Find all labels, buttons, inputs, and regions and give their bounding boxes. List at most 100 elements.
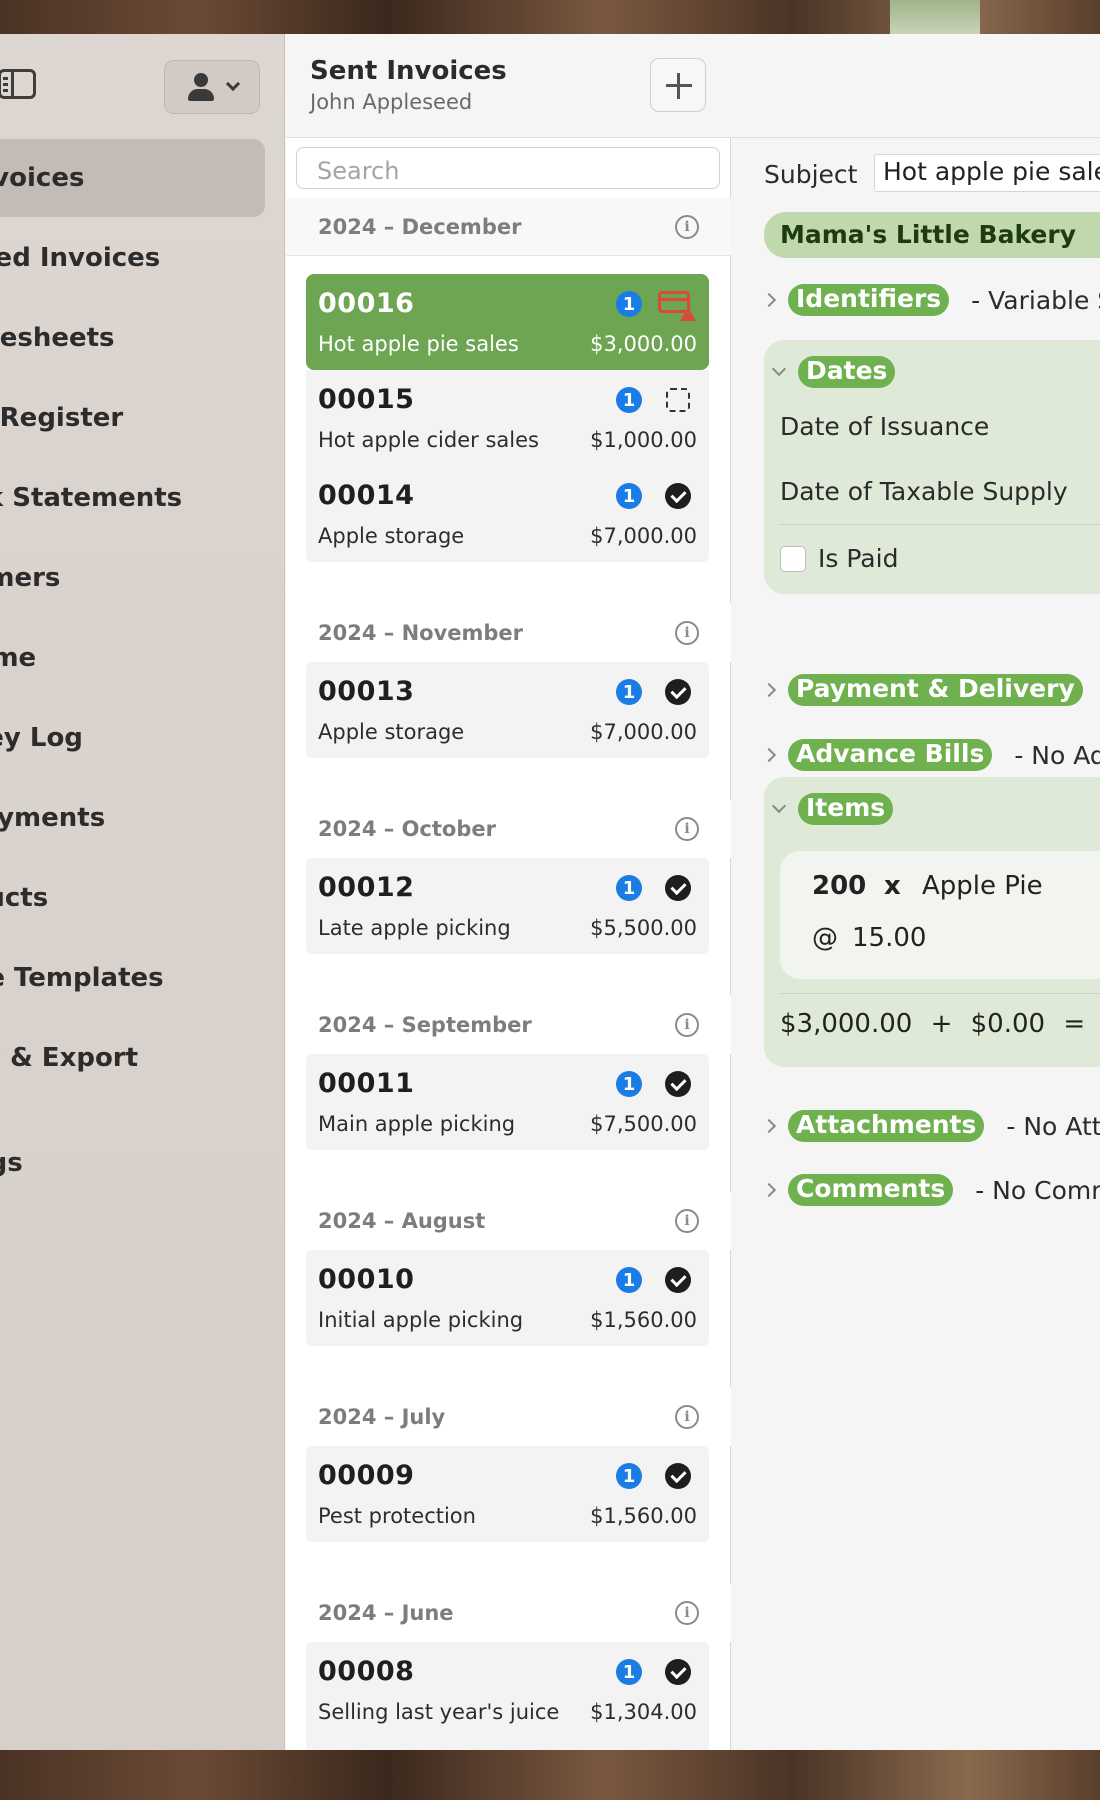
sidebar-item-label: Cash Register: [0, 403, 124, 433]
app-window: Invoices Received Invoices Timesheets Ca…: [0, 34, 1100, 1750]
info-icon[interactable]: i: [675, 817, 699, 841]
invoice-detail-pane: Subject Hot apple pie sales Mama's Littl…: [732, 34, 1100, 1750]
sidebar-item-cash-register[interactable]: Cash Register: [0, 378, 285, 458]
sidebar-item-label: Preview & Export: [0, 1043, 139, 1073]
info-icon[interactable]: i: [675, 1405, 699, 1429]
month-label: 2024 – July: [318, 1405, 446, 1429]
is-paid-checkbox[interactable]: [780, 546, 806, 572]
section-summary: - No Comm: [975, 1175, 1100, 1205]
invoice-amount: $1,560.00: [590, 1504, 697, 1528]
count-badge: 1: [616, 1267, 642, 1293]
month-label: 2024 – June: [318, 1601, 454, 1625]
invoice-card[interactable]: 00011 1 Main apple picking $7,500.00: [306, 1054, 709, 1150]
sidebar-item-bank-statements[interactable]: Bank Statements: [0, 458, 285, 538]
info-icon[interactable]: i: [675, 621, 699, 645]
invoice-number: 00015: [318, 384, 415, 415]
month-header: 2024 – July i: [286, 1388, 731, 1446]
line-item[interactable]: 200 x Apple Pie @ 15.00: [780, 851, 1100, 979]
count-badge: 1: [616, 1659, 642, 1685]
invoice-card[interactable]: 00015 1 Hot apple cider sales $1,000.00: [306, 370, 709, 466]
sidebar-item-invoices[interactable]: Invoices: [0, 138, 285, 218]
section-advance-bills[interactable]: Advance Bills - No Adv: [761, 735, 1100, 775]
sidebar-item-label: Payments: [0, 803, 106, 833]
info-icon[interactable]: i: [675, 215, 699, 239]
sidebar-item-money-log[interactable]: Money Log: [0, 698, 285, 778]
section-summary: - No Adv: [1014, 740, 1100, 770]
count-badge: 1: [616, 291, 642, 317]
checkmark-circle-icon: [665, 1659, 691, 1685]
section-label: Advance Bills: [788, 739, 993, 771]
invoice-card[interactable]: 00014 1 Apple storage $7,000.00: [306, 466, 709, 562]
sidebar-item-settings[interactable]: Settings: [0, 1123, 285, 1203]
account-menu-button[interactable]: [164, 60, 260, 114]
taxable-supply-date-label: Date of Taxable Supply: [780, 477, 1068, 506]
section-dates[interactable]: Dates: [771, 352, 896, 392]
chevron-right-icon: [761, 1182, 777, 1198]
invoice-card[interactable]: 00007 1: [306, 1738, 709, 1750]
sidebar: Invoices Received Invoices Timesheets Ca…: [0, 34, 285, 1750]
sidebar-item-timesheets[interactable]: Timesheets: [0, 298, 285, 378]
divider: [780, 524, 1100, 525]
invoice-description: Selling last year's juice: [318, 1700, 560, 1724]
invoice-list[interactable]: 2024 – December i 00016 1 Hot apple pie …: [286, 198, 731, 1750]
info-icon[interactable]: i: [675, 1601, 699, 1625]
issuance-date-label: Date of Issuance: [780, 412, 990, 441]
invoice-description: Late apple picking: [318, 916, 511, 940]
sidebar-item-products[interactable]: Products: [0, 858, 285, 938]
items-totals: $3,000.00 + $0.00 =: [780, 1009, 1086, 1039]
invoice-card[interactable]: 00013 1 Apple storage $7,000.00: [306, 662, 709, 758]
info-icon[interactable]: i: [675, 1209, 699, 1233]
invoice-number: 00009: [318, 1460, 415, 1491]
section-comments[interactable]: Comments - No Comm: [761, 1170, 1100, 1210]
section-payment-delivery[interactable]: Payment & Delivery -: [761, 670, 1100, 710]
invoice-card[interactable]: 00009 1 Pest protection $1,560.00: [306, 1446, 709, 1542]
subject-label: Subject: [764, 160, 858, 189]
month-header: 2024 – November i: [286, 604, 731, 662]
invoice-card[interactable]: 00012 1 Late apple picking $5,500.00: [306, 858, 709, 954]
list-title: Sent Invoices: [310, 56, 507, 86]
section-identifiers[interactable]: Identifiers - Variable S: [761, 280, 1100, 320]
invoice-description: Apple storage: [318, 720, 465, 744]
sidebar-item-label: Income: [0, 643, 37, 673]
chevron-down-icon: [771, 361, 787, 377]
section-items[interactable]: Items: [771, 789, 894, 829]
client-name[interactable]: Mama's Little Bakery: [764, 212, 1100, 258]
divider: [780, 993, 1100, 994]
detail-toolbar: [732, 34, 1100, 138]
checkmark-circle-icon: [665, 679, 691, 705]
invoice-amount: $1,304.00: [590, 1700, 697, 1724]
sidebar-item-customers[interactable]: Customers: [0, 538, 285, 618]
count-badge: 1: [616, 1071, 642, 1097]
search-input[interactable]: [296, 147, 720, 189]
item-price: 15.00: [852, 923, 927, 953]
month-label: 2024 – October: [318, 817, 496, 841]
sidebar-item-invoice-templates[interactable]: Invoice Templates: [0, 938, 285, 1018]
invoice-card[interactable]: 00016 1 Hot apple pie sales $3,000.00: [306, 274, 709, 370]
sidebar-item-received-invoices[interactable]: Received Invoices: [0, 218, 285, 298]
month-label: 2024 – September: [318, 1013, 532, 1037]
pending-status-icon: [666, 388, 690, 412]
info-icon[interactable]: i: [675, 1013, 699, 1037]
section-label: Payment & Delivery: [788, 674, 1083, 706]
sidebar-item-income[interactable]: Income: [0, 618, 285, 698]
sidebar-item-preview-export[interactable]: Preview & Export: [0, 1018, 285, 1098]
subject-field[interactable]: Hot apple pie sales: [874, 154, 1100, 192]
sidebar-item-label: Received Invoices: [0, 243, 161, 273]
count-badge: 1: [616, 1463, 642, 1489]
section-label: Identifiers: [788, 284, 950, 316]
section-attachments[interactable]: Attachments - No Atta: [761, 1106, 1100, 1146]
invoice-number: 00010: [318, 1264, 415, 1295]
add-invoice-button[interactable]: [650, 58, 706, 112]
sidebar-item-label: Invoices: [0, 163, 85, 193]
invoice-card[interactable]: 00008 1 Selling last year's juice $1,304…: [306, 1642, 709, 1738]
count-badge: 1: [616, 875, 642, 901]
invoice-number: 00012: [318, 872, 415, 903]
sidebar-item-payments[interactable]: Payments: [0, 778, 285, 858]
section-label: Attachments: [788, 1110, 985, 1142]
invoice-number: 00008: [318, 1656, 415, 1687]
invoice-card[interactable]: 00010 1 Initial apple picking $1,560.00: [306, 1250, 709, 1346]
invoice-amount: $7,000.00: [590, 720, 697, 744]
sidebar-toggle-button[interactable]: [0, 64, 40, 104]
sidebar-item-label: Products: [0, 883, 49, 913]
invoice-description: Hot apple cider sales: [318, 428, 539, 452]
